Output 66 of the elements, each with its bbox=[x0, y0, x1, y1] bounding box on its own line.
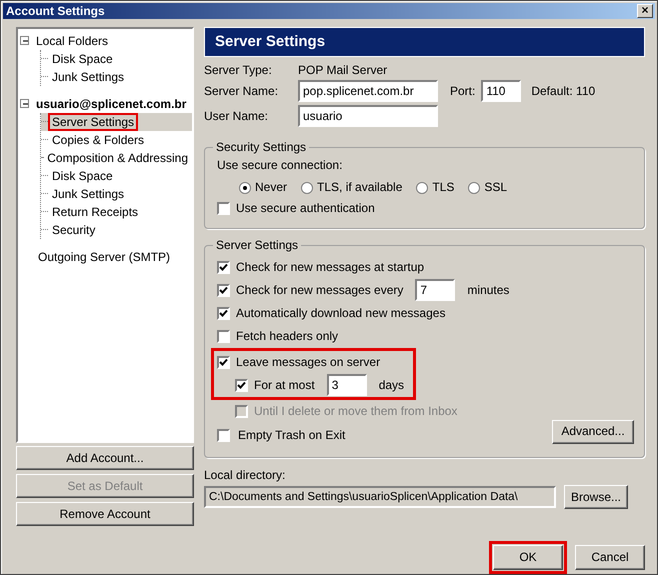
tree-item[interactable]: Disk Space bbox=[48, 50, 117, 68]
field-value: Default: 110 bbox=[531, 84, 596, 98]
checkbox-label: Fetch headers only bbox=[236, 328, 338, 344]
panel-header: Server Settings bbox=[204, 26, 645, 57]
field-label: Port: bbox=[450, 84, 476, 98]
group-title: Security Settings bbox=[213, 140, 310, 155]
radio-label: SSL bbox=[484, 180, 508, 195]
radio-button[interactable] bbox=[416, 182, 428, 194]
tree-item[interactable]: Local Folders bbox=[32, 32, 112, 50]
radio-button[interactable] bbox=[301, 182, 314, 194]
checkbox[interactable] bbox=[217, 330, 230, 343]
collapse-icon[interactable] bbox=[20, 99, 29, 108]
field-value: POP Mail Server bbox=[298, 62, 388, 78]
tree-item[interactable]: Junk Settings bbox=[48, 68, 128, 86]
checkbox[interactable] bbox=[217, 306, 230, 320]
tree-item[interactable]: Junk Settings bbox=[48, 184, 128, 204]
checkbox-label: Check for new messages at startup bbox=[236, 260, 424, 274]
field-label: Server Name: bbox=[204, 84, 280, 98]
group-title: Server Settings bbox=[213, 238, 302, 252]
checkbox-label: Leave messages on server bbox=[236, 354, 380, 370]
dialog-button[interactable]: OK bbox=[493, 545, 563, 570]
checkbox[interactable] bbox=[217, 356, 230, 369]
field-label: User Name: bbox=[204, 109, 270, 124]
tree-item[interactable]: Security bbox=[48, 220, 100, 240]
radio-button[interactable] bbox=[468, 182, 480, 194]
checkbox[interactable] bbox=[217, 260, 230, 274]
checkbox-label: Use secure authentication bbox=[236, 200, 375, 216]
collapse-icon[interactable] bbox=[20, 36, 29, 46]
field-label: Use secure connection: bbox=[217, 158, 344, 173]
tree-item[interactable]: Return Receipts bbox=[48, 202, 142, 222]
unit-label: days bbox=[378, 378, 404, 392]
tree-item[interactable]: usuario@splicenet.com.br bbox=[32, 94, 190, 114]
checkbox-label: Check for new messages every bbox=[236, 282, 404, 298]
field-label: Local directory: bbox=[204, 468, 286, 482]
checkbox-label: For at most bbox=[254, 378, 315, 392]
input-field[interactable]: 110 bbox=[481, 80, 522, 102]
tree-item[interactable]: Composition & Addressing bbox=[43, 148, 192, 168]
checkbox-label: Automatically download new messages bbox=[236, 306, 446, 320]
checkbox[interactable] bbox=[217, 284, 230, 297]
radio-label: TLS, if available bbox=[317, 180, 402, 195]
close-button[interactable]: × bbox=[637, 4, 653, 18]
field-label: Server Type: bbox=[204, 62, 273, 78]
input-field[interactable]: pop.splicenet.com.br bbox=[298, 80, 438, 102]
radio-label: TLS bbox=[432, 180, 454, 195]
account-button[interactable]: Add Account... bbox=[16, 446, 194, 470]
account-button[interactable]: Remove Account bbox=[16, 502, 194, 526]
tree-item[interactable]: Disk Space bbox=[48, 166, 117, 186]
unit-label: minutes bbox=[467, 282, 510, 298]
path-field[interactable]: C:\Documents and Settings\usuarioSplicen\Application Data\ bbox=[204, 486, 556, 508]
window-title: Account Settings bbox=[6, 4, 105, 18]
browse-button[interactable]: Browse... bbox=[564, 485, 628, 509]
checkbox[interactable] bbox=[235, 378, 248, 392]
advanced-button[interactable]: Advanced... bbox=[552, 420, 634, 444]
checkbox-label: Empty Trash on Exit bbox=[238, 428, 346, 443]
radio-label: Never bbox=[255, 180, 288, 195]
tree-item[interactable]: Server Settings bbox=[48, 112, 138, 132]
dialog-button[interactable]: Cancel bbox=[575, 545, 645, 570]
checkbox[interactable] bbox=[217, 202, 230, 215]
input-field[interactable]: usuario bbox=[298, 105, 438, 128]
tree-item[interactable]: Outgoing Server (SMTP) bbox=[34, 248, 174, 266]
checkbox[interactable] bbox=[217, 429, 230, 442]
tree-item[interactable]: Copies & Folders bbox=[48, 130, 148, 150]
radio-button[interactable] bbox=[239, 182, 251, 194]
checkbox-label: Until I delete or move them from Inbox bbox=[254, 404, 458, 418]
input-field[interactable]: 3 bbox=[326, 374, 367, 396]
input-field[interactable]: 7 bbox=[415, 279, 456, 302]
